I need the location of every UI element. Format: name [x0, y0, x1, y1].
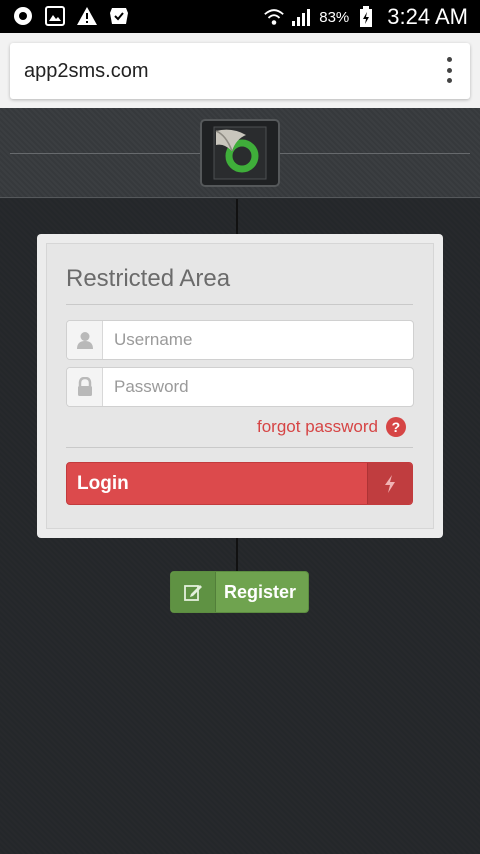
register-button[interactable]: Register — [170, 571, 309, 613]
battery-percent: 83% — [319, 8, 350, 26]
status-bar-notifications — [12, 5, 130, 27]
check-shield-icon — [108, 5, 130, 27]
username-input[interactable] — [103, 321, 413, 359]
image-icon — [44, 5, 66, 27]
forgot-password-link[interactable]: forgot password ? — [257, 417, 406, 437]
login-card: Restricted Area forgot password ? Login — [37, 234, 443, 538]
overflow-menu-icon[interactable] — [446, 57, 452, 83]
page-title: Restricted Area — [66, 265, 231, 292]
forgot-password-label[interactable]: forgot password — [257, 417, 378, 437]
password-input[interactable] — [103, 368, 413, 406]
warning-icon — [76, 5, 98, 27]
connector-line-bottom — [236, 537, 238, 572]
lock-icon — [67, 368, 103, 406]
user-icon — [67, 321, 103, 359]
address-bar[interactable]: app2sms.com — [10, 43, 470, 99]
url-text[interactable]: app2sms.com — [24, 60, 149, 83]
edit-icon[interactable] — [171, 572, 216, 612]
status-time: 3:24 AM — [387, 4, 468, 29]
wifi-icon — [263, 6, 285, 28]
form-divider — [66, 447, 413, 448]
signal-icon — [291, 6, 313, 28]
status-bar-system: 83% 3:24 AM — [263, 4, 468, 30]
header-divider-right — [280, 153, 470, 154]
opera-icon — [12, 5, 34, 27]
login-button[interactable]: Login — [66, 462, 413, 505]
browser-toolbar: app2sms.com — [0, 33, 480, 108]
username-field[interactable] — [66, 320, 414, 360]
battery-icon — [355, 6, 377, 28]
header-divider-left — [10, 153, 200, 154]
register-button-label[interactable]: Register — [216, 572, 308, 612]
password-field[interactable] — [66, 367, 414, 407]
page-header — [0, 108, 480, 198]
status-bar: 83% 3:24 AM — [0, 0, 480, 33]
title-divider — [66, 304, 413, 305]
login-button-label[interactable]: Login — [67, 463, 367, 504]
app2sms-logo-icon[interactable] — [200, 119, 280, 187]
help-icon[interactable]: ? — [385, 417, 406, 437]
connector-line-top — [236, 199, 238, 235]
lightning-icon[interactable] — [367, 463, 412, 504]
